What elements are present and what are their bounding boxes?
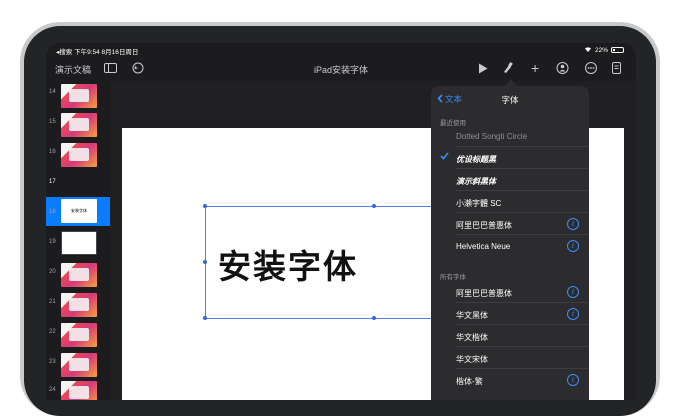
slide-number: 17 <box>49 179 56 185</box>
slide-number: 15 <box>49 119 56 125</box>
popover-title: 字体 <box>501 95 519 105</box>
font-name: 阿里巴巴普惠体 <box>456 221 512 230</box>
resize-handle[interactable] <box>372 204 376 208</box>
battery-percent: 22% <box>594 46 608 54</box>
ipad-screen: ◂搜索 下午9:54 8月16日周日 22% 演示文稿 iPad安装字体 + 1… <box>46 43 636 400</box>
slide-thumbnail[interactable] <box>61 323 97 347</box>
font-row-xiaolai-sc[interactable]: 小瀨字體 SC <box>431 192 589 213</box>
slide-thumbnail[interactable] <box>61 293 97 317</box>
font-row-dotted-songti-circle[interactable]: Dotted Songti Circle <box>431 126 589 147</box>
slide-number: 21 <box>49 299 56 305</box>
resize-handle[interactable] <box>203 204 207 208</box>
info-icon[interactable]: i <box>567 286 579 298</box>
font-name: Dotted Songti Circle <box>456 132 528 141</box>
font-row-huawen-songti[interactable]: 华文宋体 <box>431 348 589 369</box>
resize-handle[interactable] <box>372 316 376 320</box>
slide-thumbnail[interactable] <box>61 84 97 108</box>
row-divider <box>456 146 589 147</box>
font-popover: 文本 字体 最近使用 Dotted Songti Circle 优设标题黑 演示… <box>431 86 589 400</box>
resize-handle[interactable] <box>203 316 207 320</box>
font-row-huawen-heiti[interactable]: 华文黑体 i <box>431 304 589 325</box>
font-name: 楷体-繁 <box>456 377 483 386</box>
row-divider <box>456 368 589 369</box>
row-divider <box>456 168 589 169</box>
info-icon[interactable]: i <box>567 308 579 320</box>
play-icon[interactable] <box>478 61 488 75</box>
collaborate-icon[interactable] <box>556 61 569 75</box>
slide-navigator[interactable]: 14 15 16 17 安装字体 18 19 20 21 22 23 24 <box>46 81 110 400</box>
resize-handle[interactable] <box>203 260 207 264</box>
slide-title-text[interactable]: 安装字体 <box>218 240 358 288</box>
info-icon[interactable]: i <box>567 240 579 252</box>
font-name: 华文宋体 <box>456 355 488 364</box>
font-row-yanshi-xieheiti[interactable]: 演示斜黑体 <box>431 170 589 191</box>
slide-thumbnail-selected[interactable]: 安装字体 <box>61 199 97 223</box>
popover-header: 文本 字体 <box>431 86 589 112</box>
slide-thumbnail[interactable] <box>61 263 97 287</box>
status-bar: ◂搜索 下午9:54 8月16日周日 22% <box>46 43 636 56</box>
status-right: 22% <box>584 46 624 54</box>
font-row-youshe-biaotihei[interactable]: 优设标题黑 <box>431 148 589 169</box>
info-icon[interactable]: i <box>567 374 579 386</box>
row-divider <box>456 346 589 347</box>
row-divider <box>456 302 589 303</box>
status-left-text: ◂搜索 下午9:54 8月16日周日 <box>56 49 139 56</box>
info-icon[interactable]: i <box>567 218 579 230</box>
row-divider <box>456 234 589 235</box>
font-row-alibaba-puhuiti[interactable]: 阿里巴巴普惠体 i <box>431 214 589 235</box>
row-divider <box>456 212 589 213</box>
format-brush-icon[interactable] <box>502 61 514 75</box>
font-name: Helvetica Neue <box>456 242 511 251</box>
slide-number: 22 <box>49 329 56 335</box>
slide-number: 16 <box>49 149 56 155</box>
font-row-huawen-kaiti[interactable]: 华文楷体 <box>431 326 589 347</box>
font-name: 华文楷体 <box>456 333 488 342</box>
font-row-kaiti-fan[interactable]: 楷体-繁 i <box>431 370 589 391</box>
row-divider <box>456 324 589 325</box>
slide-thumbnail[interactable] <box>61 113 97 137</box>
slide-number: 23 <box>49 359 56 365</box>
checkmark-icon <box>440 152 449 163</box>
font-row-alibaba-puhuiti-all[interactable]: 阿里巴巴普惠体 i <box>431 282 589 303</box>
slide-number: 20 <box>49 269 56 275</box>
slide-number: 24 <box>49 387 56 393</box>
toolbar: 演示文稿 iPad安装字体 + <box>46 57 636 81</box>
slide-number: 14 <box>49 89 56 95</box>
slide-thumbnail[interactable] <box>61 353 97 377</box>
slide-number: 18 <box>49 209 56 215</box>
add-icon[interactable]: + <box>531 60 539 76</box>
font-name: 小瀨字體 SC <box>456 199 502 208</box>
slide-thumbnail[interactable] <box>61 143 97 167</box>
font-name: 阿里巴巴普惠体 <box>456 289 512 298</box>
font-name: 华文黑体 <box>456 311 488 320</box>
battery-icon <box>611 47 624 53</box>
slide-thumbnail[interactable] <box>61 231 97 255</box>
font-name: 优设标题黑 <box>456 155 496 164</box>
more-icon[interactable] <box>585 61 597 75</box>
wifi-icon <box>584 46 592 54</box>
document-title: iPad安装字体 <box>313 65 368 75</box>
document-setup-icon[interactable] <box>612 61 621 75</box>
row-divider <box>456 190 589 191</box>
slide-number: 19 <box>49 239 56 245</box>
font-name: 演示斜黑体 <box>456 177 496 186</box>
slide-thumbnail[interactable] <box>61 381 97 400</box>
all-fonts-section-label: 所有字体 <box>440 274 466 281</box>
font-row-helvetica-neue[interactable]: Helvetica Neue i <box>431 236 589 257</box>
